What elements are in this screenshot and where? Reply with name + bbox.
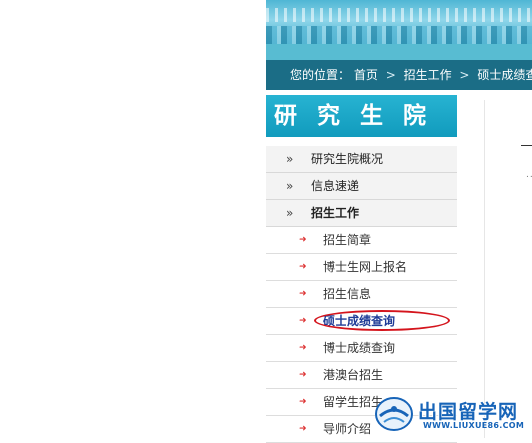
- content-heading-rule: [521, 145, 532, 146]
- submenu-item-label: 博士生网上报名: [323, 260, 408, 274]
- watermark-logo-icon: [375, 397, 413, 431]
- watermark-url: WWW.LIUXUE86.COM: [423, 421, 525, 430]
- submenu-item-masters-score-query[interactable]: ➜ 硕士成绩查询: [266, 308, 457, 335]
- sidebar-item-news[interactable]: » 信息速递: [266, 173, 457, 200]
- banner-decoration: [266, 8, 532, 22]
- sidebar-item-overview[interactable]: » 研究生院概况: [266, 146, 457, 173]
- breadcrumb: 您的位置： 首页 > 招生工作 > 硕士成绩查询: [266, 60, 532, 90]
- red-arrow-icon: ➜: [299, 262, 307, 272]
- submenu-item-admission-info[interactable]: ➜ 招生信息: [266, 281, 457, 308]
- submenu-item-label: 招生简章: [323, 233, 372, 247]
- sidebar: 研究生院 » 研究生院概况 » 信息速递 » 招生工作 ➜ 招生简章 ➜ 博士生…: [266, 95, 457, 443]
- submenu-item-brochure[interactable]: ➜ 招生简章: [266, 227, 457, 254]
- submenu-item-phd-score-query[interactable]: ➜ 博士成绩查询: [266, 335, 457, 362]
- watermark: 出国留学网 WWW.LIUXUE86.COM: [370, 394, 532, 438]
- red-arrow-icon: ➜: [299, 235, 307, 245]
- red-arrow-icon: ➜: [299, 370, 307, 380]
- breadcrumb-prefix: 您的位置：: [290, 68, 351, 82]
- breadcrumb-separator: >: [385, 68, 396, 82]
- double-chevron-icon: »: [286, 179, 294, 193]
- sidebar-item-label: 信息速递: [311, 179, 360, 193]
- submenu-item-label: 硕士成绩查询: [323, 314, 396, 328]
- red-arrow-icon: ➜: [299, 424, 307, 434]
- submenu-item-hk-macao-taiwan-admission[interactable]: ➜ 港澳台招生: [266, 362, 457, 389]
- submenu-item-label: 博士成绩查询: [323, 341, 396, 355]
- submenu-item-label: 导师介绍: [323, 422, 372, 436]
- banner-building-silhouette: [266, 26, 532, 44]
- double-chevron-icon: »: [286, 206, 294, 220]
- watermark-text: 出国留学网: [418, 401, 519, 423]
- breadcrumb-home-link[interactable]: 首页: [354, 60, 378, 90]
- red-arrow-icon: ➜: [299, 343, 307, 353]
- breadcrumb-current-page[interactable]: 硕士成绩查询: [477, 60, 532, 90]
- submenu-item-label: 招生信息: [323, 287, 372, 301]
- red-arrow-icon: ➜: [299, 316, 307, 326]
- red-arrow-icon: ➜: [299, 289, 307, 299]
- sidebar-item-admissions[interactable]: » 招生工作: [266, 200, 457, 227]
- breadcrumb-separator: >: [459, 68, 470, 82]
- sidebar-item-label: 招生工作: [311, 206, 360, 220]
- header-banner-image: [266, 0, 532, 44]
- content-ellipsis: ...: [526, 170, 532, 180]
- breadcrumb-admissions-link[interactable]: 招生工作: [404, 60, 452, 90]
- double-chevron-icon: »: [286, 152, 294, 166]
- sidebar-item-label: 研究生院概况: [311, 152, 384, 166]
- content-divider: [484, 100, 485, 438]
- red-arrow-icon: ➜: [299, 397, 307, 407]
- submenu-item-label: 港澳台招生: [323, 368, 384, 382]
- sidebar-title: 研究生院: [266, 95, 457, 137]
- submenu-item-phd-online-registration[interactable]: ➜ 博士生网上报名: [266, 254, 457, 281]
- header-strip: [266, 44, 532, 60]
